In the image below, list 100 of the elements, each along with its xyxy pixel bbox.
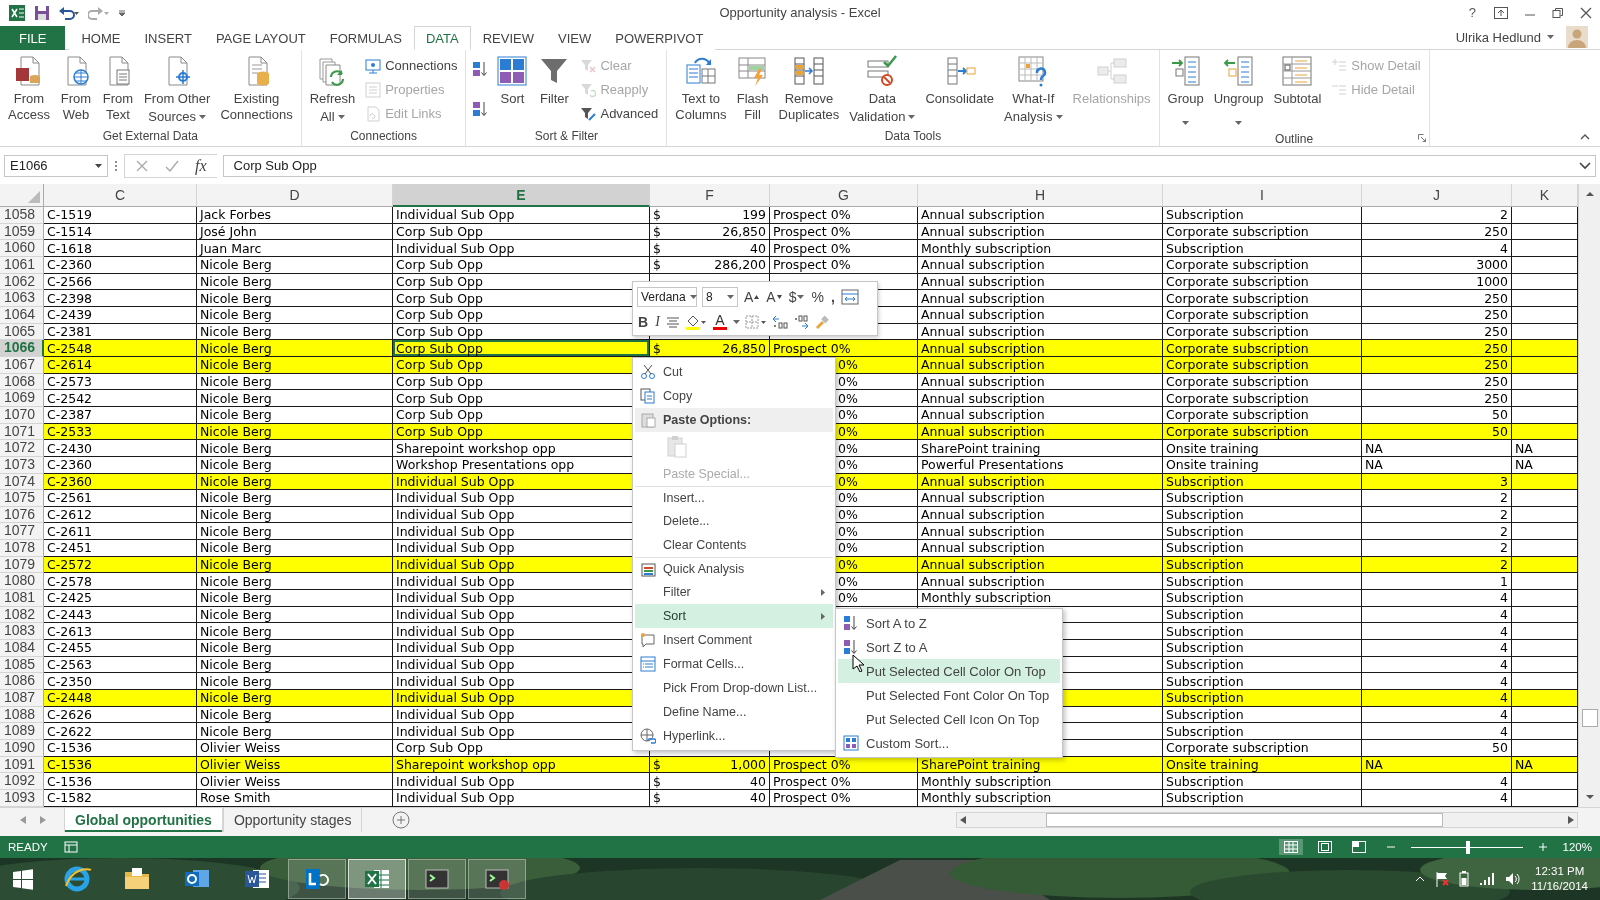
menu-item[interactable]: Quick Analysis (635, 557, 833, 580)
fill-color-icon[interactable] (684, 313, 707, 330)
scroll-left-icon[interactable] (960, 816, 966, 824)
ribbon-button[interactable]: Ungroup (1209, 53, 1268, 131)
menu-item[interactable]: Insert... (635, 486, 833, 509)
ribbon-button[interactable]: Data Validation (845, 53, 920, 127)
row-header[interactable]: 1087 (0, 690, 44, 707)
row-header[interactable]: 1058 (0, 207, 44, 224)
menu-item[interactable]: Insert Comment (635, 628, 833, 652)
zoom-level[interactable]: 120% (1562, 841, 1592, 853)
previous-sheet-icon[interactable] (20, 816, 26, 824)
menu-item[interactable]: Cut (635, 360, 833, 384)
row-header[interactable]: 1078 (0, 540, 44, 557)
ribbon-button[interactable]: Remove Duplicates (774, 53, 844, 125)
menu-item[interactable]: Copy (635, 384, 833, 408)
column-header[interactable]: K (1512, 184, 1578, 207)
ribbon-button[interactable]: Flash Fill (732, 53, 773, 125)
flag-icon[interactable] (1435, 871, 1450, 887)
column-header[interactable]: H (918, 184, 1163, 207)
collapse-ribbon-icon[interactable] (1580, 134, 1590, 140)
italic-button[interactable]: I (654, 313, 661, 330)
ribbon-button[interactable]: Advanced (576, 102, 663, 125)
ribbon-button[interactable]: Subtotal (1269, 53, 1326, 109)
column-header[interactable]: D (197, 184, 393, 207)
font-color-button[interactable]: A (711, 313, 728, 330)
taskbar-button[interactable] (288, 859, 346, 899)
percent-button[interactable]: % (810, 289, 825, 306)
ribbon-display-icon[interactable] (1494, 6, 1508, 19)
ribbon-tab[interactable]: FILE (0, 26, 66, 50)
horizontal-scrollbar[interactable] (956, 812, 1578, 828)
row-header[interactable]: 1069 (0, 390, 44, 407)
ribbon-button[interactable]: Consolidate (921, 53, 999, 109)
scrollbar-thumb[interactable] (1046, 813, 1443, 827)
account-name[interactable]: Ulrika Hedlund (1449, 28, 1560, 46)
menu-item[interactable]: Put Selected Font Color On Top (838, 683, 1060, 707)
zoom-in-icon[interactable] (1538, 843, 1547, 851)
menu-item[interactable]: Sort Z to A (838, 635, 1060, 659)
menu-item[interactable]: Sort A to Z (838, 611, 1060, 635)
row-header[interactable]: 1090 (0, 740, 44, 757)
column-header[interactable]: G (770, 184, 918, 207)
ribbon-button[interactable]: From Web (55, 53, 96, 125)
ribbon-button[interactable]: From Text (97, 53, 138, 125)
customize-icon[interactable] (118, 8, 126, 17)
check-icon[interactable] (165, 158, 179, 173)
macro-recording-icon[interactable] (63, 841, 78, 853)
row-header[interactable]: 1086 (0, 673, 44, 691)
ribbon-button[interactable]: Sort (492, 53, 533, 109)
row-header[interactable]: 1080 (0, 573, 44, 591)
menu-item[interactable]: Clear Contents (635, 533, 833, 557)
help-button[interactable]: ? (1466, 5, 1478, 20)
menu-item[interactable]: Define Name... (635, 700, 833, 724)
save-icon[interactable] (34, 4, 50, 21)
column-header[interactable]: C (44, 184, 197, 207)
restore-icon[interactable] (1552, 6, 1564, 19)
shrink-font-button[interactable]: A (765, 289, 783, 306)
sheet-tab[interactable]: Opportunity stages (222, 808, 363, 832)
bold-button[interactable]: B (637, 313, 650, 330)
menu-item[interactable]: Pick From Drop-down List... (635, 676, 833, 700)
dialog-launcher-icon[interactable] (1417, 134, 1426, 142)
row-header[interactable]: 1084 (0, 640, 44, 657)
row-header[interactable]: 1083 (0, 623, 44, 641)
row-header[interactable]: 1060 (0, 240, 44, 257)
font-size-dropdown[interactable]: 8 (702, 287, 738, 308)
comma-style-button[interactable]: , (829, 289, 836, 306)
increase-decimal-icon[interactable] (771, 314, 788, 329)
scrollbar-thumb[interactable] (1581, 709, 1598, 727)
row-header[interactable]: 1092 (0, 773, 44, 790)
row-header[interactable]: 1081 (0, 590, 44, 607)
volume-icon[interactable] (1505, 872, 1522, 886)
menu-item[interactable]: Hyperlink... (635, 724, 833, 748)
zoom-slider-thumb[interactable] (1465, 840, 1470, 854)
show-hidden-icons-icon[interactable] (1415, 876, 1426, 882)
row-header[interactable]: 1063 (0, 290, 44, 307)
ribbon-button[interactable]: Filter (534, 53, 575, 109)
sheet-tab[interactable]: Global opportunities (64, 808, 223, 832)
menu-item[interactable]: Put Selected Cell Icon On Top (838, 707, 1060, 731)
name-box[interactable]: E1066 (4, 154, 108, 177)
ribbon-button[interactable]: Existing Connections (216, 53, 297, 125)
close-icon[interactable] (1580, 6, 1592, 19)
ribbon-button[interactable]: From Access (4, 53, 54, 125)
scroll-right-icon[interactable] (1568, 816, 1574, 824)
borders-icon[interactable] (744, 314, 767, 329)
menu-item[interactable]: Sort (635, 604, 833, 628)
ribbon-button[interactable]: Refresh All (305, 53, 360, 127)
menu-item[interactable]: Filter (635, 580, 833, 604)
column-header[interactable]: J (1362, 184, 1512, 207)
add-sheet-icon[interactable] (392, 811, 411, 829)
font-dropdown[interactable]: Verdana (637, 287, 697, 308)
undo-icon[interactable] (58, 4, 80, 21)
view-button[interactable] (1278, 839, 1303, 855)
column-header[interactable]: I (1163, 184, 1362, 207)
ribbon-button[interactable]: From Other Sources (139, 53, 215, 127)
menu-item[interactable]: Format Cells... (635, 652, 833, 676)
battery-icon[interactable] (1459, 871, 1470, 887)
row-header[interactable]: 1075 (0, 490, 44, 507)
column-header[interactable]: E (393, 184, 650, 207)
signal-icon[interactable] (1479, 872, 1496, 886)
row-header[interactable]: 1066 (0, 340, 44, 357)
ribbon-tab[interactable]: DATA (413, 26, 471, 50)
next-sheet-icon[interactable] (40, 816, 46, 824)
